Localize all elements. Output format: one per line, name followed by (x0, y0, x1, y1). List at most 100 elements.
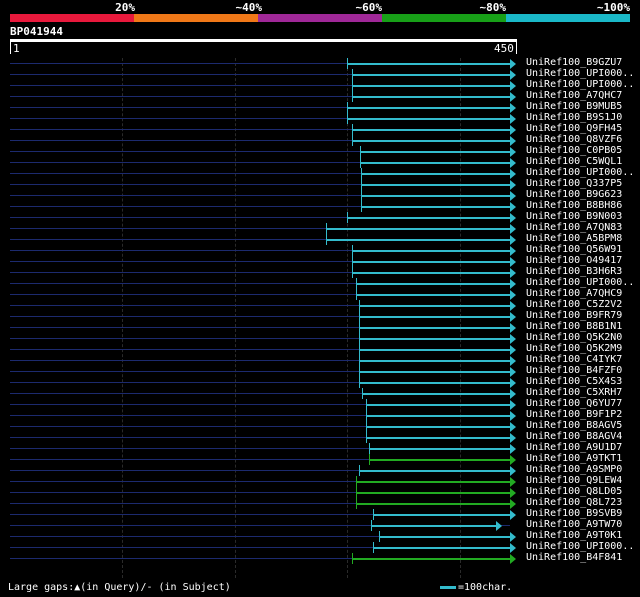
legend-label: ~80% (479, 1, 507, 14)
hit-label[interactable]: UniRef100_O49417 (526, 255, 622, 266)
hit-bar[interactable] (368, 459, 510, 461)
hit-bar[interactable] (373, 547, 510, 549)
hit-bar[interactable] (378, 536, 510, 538)
hit-bar[interactable] (352, 96, 510, 98)
hit-label[interactable]: UniRef100_B9GZU7 (526, 57, 622, 68)
hit-arrow-icon (510, 114, 516, 124)
hit-bar[interactable] (355, 294, 510, 296)
hit-bar[interactable] (365, 415, 510, 417)
hit-label[interactable]: UniRef100_Q56W91 (526, 244, 622, 255)
hit-label[interactable]: UniRef100_UPI000.. (526, 277, 634, 288)
hit-label[interactable]: UniRef100_UPI000.. (526, 68, 634, 79)
hit-bar[interactable] (358, 349, 510, 351)
hit-label[interactable]: UniRef100_Q337P5 (526, 178, 622, 189)
hit-bar[interactable] (346, 217, 510, 219)
hit-label[interactable]: UniRef100_A7QN83 (526, 222, 622, 233)
hit-bar[interactable] (362, 393, 510, 395)
hit-bar[interactable] (361, 195, 510, 197)
hit-label[interactable]: UniRef100_C5X4S3 (526, 376, 622, 387)
hit-bar[interactable] (325, 228, 510, 230)
hit-label[interactable]: UniRef100_B9FR79 (526, 310, 622, 321)
hit-label[interactable]: UniRef100_B8B1N1 (526, 321, 622, 332)
hit-bar[interactable] (352, 250, 510, 252)
hit-label[interactable]: UniRef100_B8BH86 (526, 200, 622, 211)
hit-bar[interactable] (346, 107, 510, 109)
hit-label[interactable]: UniRef100_B3H6R3 (526, 266, 622, 277)
hit-label[interactable]: UniRef100_Q8VZF6 (526, 134, 622, 145)
hit-label[interactable]: UniRef100_B9N003 (526, 211, 622, 222)
hit-label[interactable]: UniRef100_Q9LEW4 (526, 475, 622, 486)
hit-bar[interactable] (346, 63, 510, 65)
hit-bar[interactable] (358, 305, 510, 307)
hit-label[interactable]: UniRef100_B4F841 (526, 552, 622, 563)
hit-label[interactable]: UniRef100_Q8LD05 (526, 486, 622, 497)
hit-bar[interactable] (325, 239, 510, 241)
hit-bar[interactable] (355, 503, 510, 505)
hit-bar[interactable] (358, 316, 510, 318)
hit-label[interactable]: UniRef100_C0PB05 (526, 145, 622, 156)
hit-label[interactable]: UniRef100_C4IYK7 (526, 354, 622, 365)
hit-bar[interactable] (368, 448, 510, 450)
hit-label[interactable]: UniRef100_A9U1D7 (526, 442, 622, 453)
hit-bar[interactable] (360, 151, 510, 153)
hit-bar[interactable] (358, 327, 510, 329)
hit-label[interactable]: UniRef100_B9SVB9 (526, 508, 622, 519)
hit-label[interactable]: UniRef100_B9G623 (526, 189, 622, 200)
hit-bar[interactable] (352, 272, 510, 274)
hit-bar[interactable] (352, 85, 510, 87)
hit-label[interactable]: UniRef100_Q5K2N0 (526, 332, 622, 343)
hit-label[interactable]: UniRef100_Q9FH45 (526, 123, 622, 134)
hit-bar[interactable] (365, 404, 510, 406)
hit-bar[interactable] (352, 129, 510, 131)
hit-label[interactable]: UniRef100_Q5K2M9 (526, 343, 622, 354)
hit-label[interactable]: UniRef100_B9MUB5 (526, 101, 622, 112)
hit-bar[interactable] (371, 525, 496, 527)
hit-label[interactable]: UniRef100_A9T0K1 (526, 530, 622, 541)
hit-bar[interactable] (360, 162, 510, 164)
hit-start-marker (358, 366, 360, 377)
hit-label[interactable]: UniRef100_A9SMP0 (526, 464, 622, 475)
hit-label[interactable]: UniRef100_B8AGV4 (526, 431, 622, 442)
hit-start-marker (355, 476, 357, 487)
hit-bar[interactable] (352, 140, 510, 142)
hit-label[interactable]: UniRef100_UPI000.. (526, 167, 634, 178)
hit-label[interactable]: UniRef100_UPI000.. (526, 79, 634, 90)
hit-label[interactable]: UniRef100_Q6YU77 (526, 398, 622, 409)
hit-label[interactable]: UniRef100_B8AGV5 (526, 420, 622, 431)
hit-label[interactable]: UniRef100_B4FZF0 (526, 365, 622, 376)
hit-start-marker (352, 91, 354, 102)
hit-label[interactable]: UniRef100_A7QHC9 (526, 288, 622, 299)
hit-label[interactable]: UniRef100_C5XRH7 (526, 387, 622, 398)
hit-bar[interactable] (352, 74, 510, 76)
hit-row[interactable]: UniRef100_B4F841 (0, 552, 640, 564)
hit-bar[interactable] (352, 558, 510, 560)
hit-label[interactable]: UniRef100_A9TKT1 (526, 453, 622, 464)
hit-label[interactable]: UniRef100_B9F1P2 (526, 409, 622, 420)
hit-label[interactable]: UniRef100_UPI000.. (526, 541, 634, 552)
hit-bar[interactable] (361, 206, 510, 208)
hit-bar[interactable] (361, 173, 510, 175)
hit-label[interactable]: UniRef100_C5WQL1 (526, 156, 622, 167)
hit-bar[interactable] (361, 184, 510, 186)
hit-start-marker (325, 223, 327, 234)
hit-label[interactable]: UniRef100_Q8L723 (526, 497, 622, 508)
hit-bar[interactable] (358, 371, 510, 373)
hit-label[interactable]: UniRef100_C5Z2V2 (526, 299, 622, 310)
hit-bar[interactable] (352, 261, 510, 263)
hit-arrow-icon (510, 345, 516, 355)
hit-bar[interactable] (365, 426, 510, 428)
hit-label[interactable]: UniRef100_B9S1J0 (526, 112, 622, 123)
hit-bar[interactable] (358, 360, 510, 362)
hit-label[interactable]: UniRef100_A7QHC7 (526, 90, 622, 101)
hit-bar[interactable] (355, 283, 510, 285)
hit-bar[interactable] (373, 514, 510, 516)
hit-bar[interactable] (358, 382, 510, 384)
hit-label[interactable]: UniRef100_A9TW70 (526, 519, 622, 530)
hit-label[interactable]: UniRef100_A5BPM8 (526, 233, 622, 244)
hit-bar[interactable] (365, 437, 510, 439)
hit-bar[interactable] (355, 492, 510, 494)
hit-bar[interactable] (358, 470, 510, 472)
hit-bar[interactable] (346, 118, 510, 120)
hit-bar[interactable] (358, 338, 510, 340)
hit-bar[interactable] (355, 481, 510, 483)
